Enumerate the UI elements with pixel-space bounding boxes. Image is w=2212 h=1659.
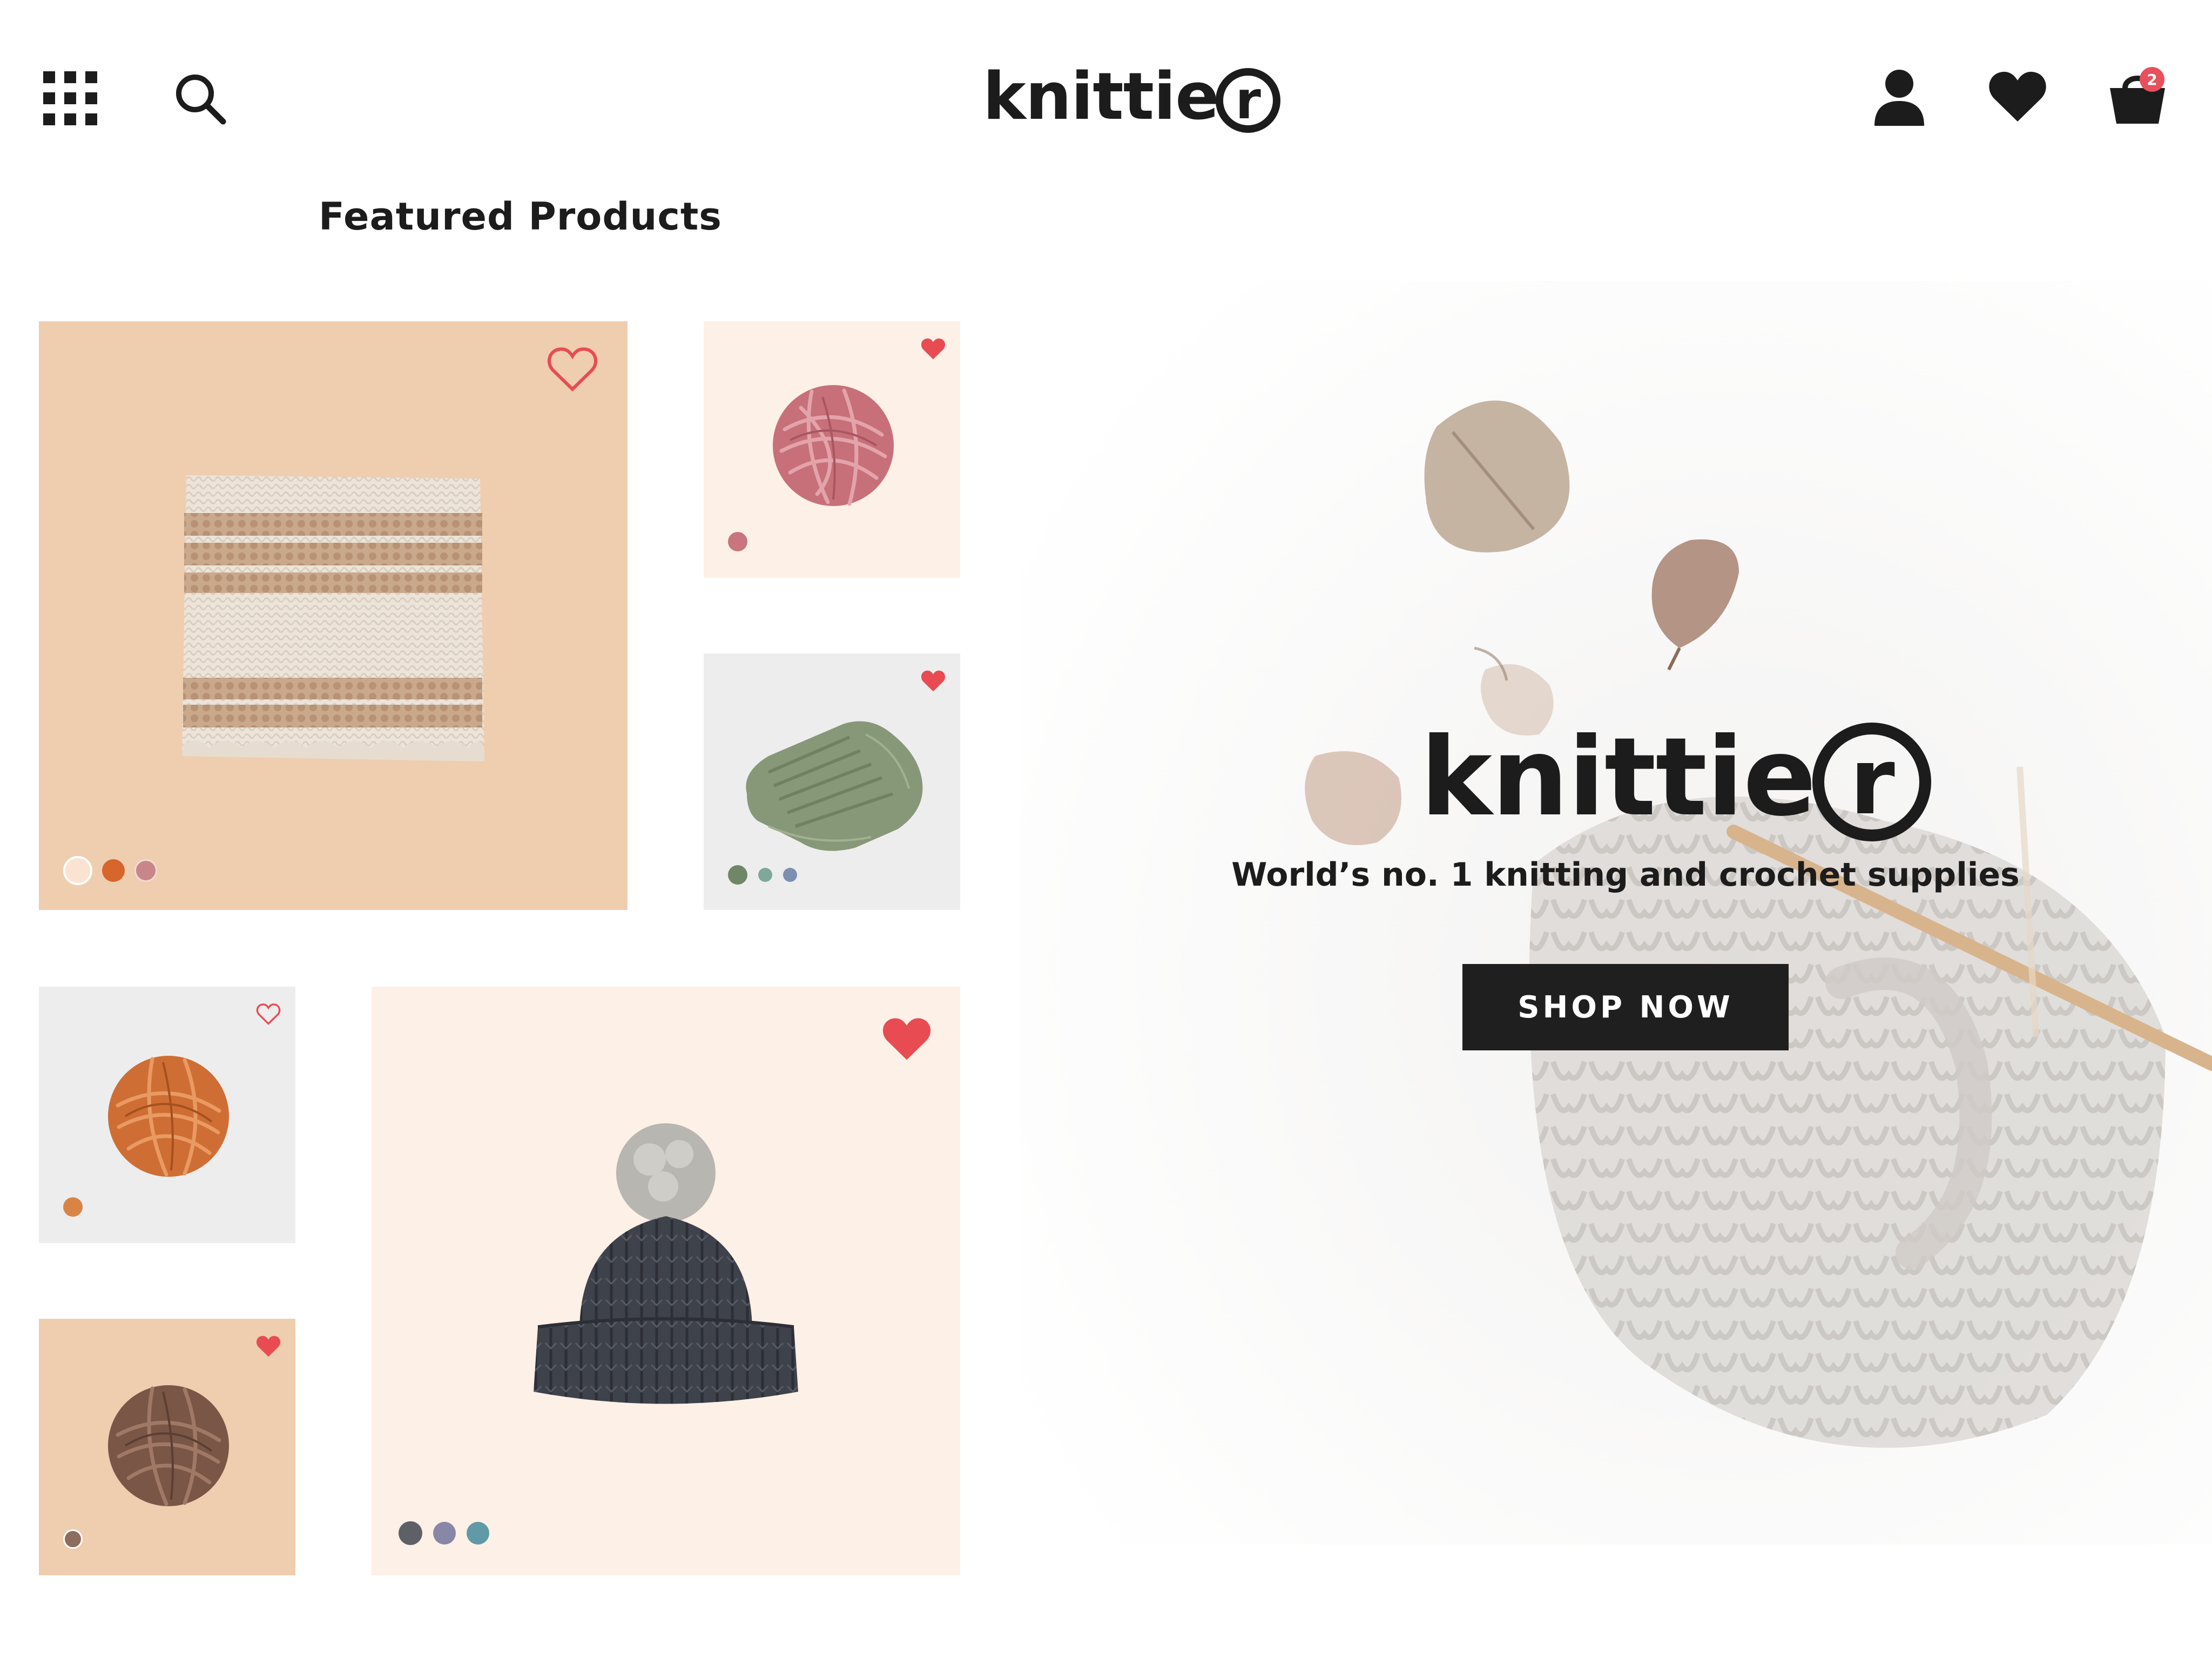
search-icon[interactable] xyxy=(172,70,229,127)
swatch-rust[interactable] xyxy=(102,859,125,882)
swatch-charcoal[interactable] xyxy=(399,1521,422,1545)
hero-tagline: World’s no. 1 knitting and crochet suppl… xyxy=(1231,856,2020,894)
color-swatches xyxy=(728,865,797,885)
shop-now-button[interactable]: SHOP NOW xyxy=(1462,964,1789,1050)
product-card-brown-yarn[interactable] xyxy=(39,1319,295,1575)
favorite-toggle-filled-icon[interactable] xyxy=(921,338,946,362)
color-swatches xyxy=(399,1521,489,1545)
product-card-pink-yarn[interactable] xyxy=(704,321,960,578)
user-icon[interactable] xyxy=(1870,67,1929,126)
hero-banner-image xyxy=(1021,281,2212,1545)
brown-yarn-image xyxy=(104,1381,233,1513)
swatch-slate-blue[interactable] xyxy=(783,868,797,882)
favorite-toggle-filled-icon[interactable] xyxy=(921,670,946,694)
product-card-green-blanket[interactable] xyxy=(704,653,960,910)
brand-logo[interactable]: knitti e r xyxy=(983,54,1280,140)
hero-logo: knitti e r xyxy=(1420,714,1932,841)
logo-letter-e: e xyxy=(1175,59,1219,134)
pink-yarn-image xyxy=(768,381,898,512)
swatch-lavender[interactable] xyxy=(433,1522,456,1545)
swatch-teal[interactable] xyxy=(467,1522,489,1545)
product-card-cowl[interactable] xyxy=(39,321,628,910)
beanie-product-image xyxy=(528,1122,804,1426)
section-title: Featured Products xyxy=(319,194,722,239)
wishlist-heart-icon[interactable] xyxy=(1985,67,2050,126)
swatch-cream[interactable] xyxy=(63,856,92,885)
swatch-orange[interactable] xyxy=(63,1197,83,1217)
favorite-toggle-filled-icon[interactable] xyxy=(882,1016,932,1064)
color-swatches xyxy=(63,1529,83,1549)
product-card-orange-yarn[interactable] xyxy=(39,987,295,1243)
color-swatches xyxy=(63,856,157,885)
green-blanket-image xyxy=(736,713,930,855)
hero-logo-wordmark: knitti xyxy=(1420,714,1744,840)
orange-yarn-image xyxy=(104,1051,233,1183)
grid-menu-icon[interactable] xyxy=(42,70,98,126)
logo-circled-r: r xyxy=(1215,68,1280,133)
hero-logo-letter-r: r xyxy=(1849,729,1895,835)
swatch-teal[interactable] xyxy=(758,868,772,882)
hero-logo-letter-e: e xyxy=(1743,714,1817,840)
color-swatches xyxy=(63,1197,83,1217)
favorite-toggle-outline-icon[interactable] xyxy=(547,346,598,395)
logo-wordmark: knitti xyxy=(983,59,1176,134)
cowl-product-image xyxy=(177,475,490,769)
logo-letter-r: r xyxy=(1235,70,1260,131)
swatch-brown[interactable] xyxy=(63,1529,83,1549)
swatch-rose[interactable] xyxy=(134,859,157,882)
favorite-toggle-filled-icon[interactable] xyxy=(256,1335,281,1360)
color-swatches xyxy=(728,532,747,551)
favorite-toggle-outline-icon[interactable] xyxy=(256,1003,281,1028)
product-card-beanie[interactable] xyxy=(372,987,960,1575)
swatch-pink[interactable] xyxy=(728,532,747,551)
swatch-sage[interactable] xyxy=(728,865,747,885)
cart-count-badge: 2 xyxy=(2140,67,2164,92)
hero-logo-circled-r: r xyxy=(1812,723,1932,841)
